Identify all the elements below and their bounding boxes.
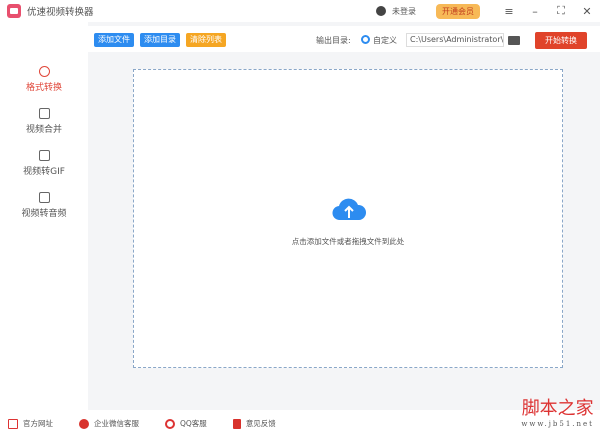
toolbar: 添加文件 添加目录 清除列表 输出目录: 自定义 C:\Users\Admini…	[88, 26, 600, 52]
footer-label: 意见反馈	[245, 419, 276, 428]
cloud-upload-icon	[332, 198, 367, 221]
sidebar-item-label: 视频转音频	[21, 209, 67, 219]
sidebar-item-video-merge[interactable]: 视频合并	[0, 108, 88, 135]
audio-icon	[38, 192, 50, 203]
sidebar-item-label: 视频转GIF	[23, 167, 65, 177]
close-icon[interactable]: ✕	[574, 5, 600, 18]
watermark: 脚本之家 www.jb51.net	[521, 394, 594, 428]
app-title: 优速视频转换器	[27, 7, 94, 18]
footer-label: 企业微信客服	[94, 419, 139, 428]
footer: 官方网址 企业微信客服 QQ客服 意见反馈	[0, 410, 600, 437]
output-dir-label: 输出目录:	[316, 36, 351, 45]
menu-icon[interactable]: ≡	[496, 5, 522, 18]
convert-icon	[38, 66, 50, 77]
footer-label: QQ客服	[180, 419, 207, 428]
resize-icon	[38, 150, 50, 161]
minimize-icon[interactable]: –	[522, 5, 548, 18]
vip-button[interactable]: 开通会员	[436, 3, 480, 19]
main-area: 添加文件 添加目录 清除列表 输出目录: 自定义 C:\Users\Admini…	[88, 22, 600, 410]
wechat-icon	[79, 418, 89, 429]
sidebar-item-video-to-gif[interactable]: 视频转GIF	[0, 150, 88, 177]
custom-radio[interactable]	[361, 35, 370, 44]
qq-icon	[165, 418, 175, 429]
feedback-link[interactable]: 意见反馈	[232, 418, 276, 429]
custom-radio-label: 自定义	[373, 36, 397, 45]
output-path-input[interactable]: C:\Users\Administrator\	[406, 33, 504, 47]
drop-hint: 点击添加文件或者拖拽文件到此处	[291, 237, 405, 246]
login-link[interactable]: 未登录	[392, 6, 416, 17]
sidebar-item-label: 格式转换	[25, 83, 62, 93]
folder-icon[interactable]	[508, 36, 520, 45]
website-link[interactable]: 官方网址	[8, 418, 53, 429]
watermark-url: www.jb51.net	[521, 420, 594, 428]
start-convert-button[interactable]: 开始转换	[535, 32, 587, 49]
maximize-icon[interactable]: ⛶	[548, 4, 574, 18]
watermark-title: 脚本之家	[521, 398, 594, 419]
merge-icon	[38, 108, 50, 119]
wechat-support-link[interactable]: 企业微信客服	[79, 418, 139, 429]
app-logo-icon	[7, 4, 21, 18]
browser-icon	[8, 418, 18, 429]
sidebar-item-format-convert[interactable]: 格式转换	[0, 66, 88, 93]
qq-support-link[interactable]: QQ客服	[165, 418, 207, 429]
user-icon[interactable]	[376, 6, 386, 16]
sidebar-item-video-to-audio[interactable]: 视频转音频	[0, 192, 88, 219]
add-directory-button[interactable]: 添加目录	[140, 33, 180, 47]
footer-label: 官方网址	[23, 419, 53, 428]
sidebar-item-label: 视频合并	[25, 125, 62, 135]
feedback-icon	[232, 418, 241, 429]
add-file-button[interactable]: 添加文件	[94, 33, 134, 47]
title-bar: 优速视频转换器 未登录 开通会员 ≡ – ⛶ ✕	[0, 0, 600, 22]
clear-list-button[interactable]: 清除列表	[186, 33, 226, 47]
sidebar: 格式转换 视频合并 视频转GIF 视频转音频	[0, 22, 88, 410]
drop-zone[interactable]: 点击添加文件或者拖拽文件到此处	[133, 69, 563, 368]
